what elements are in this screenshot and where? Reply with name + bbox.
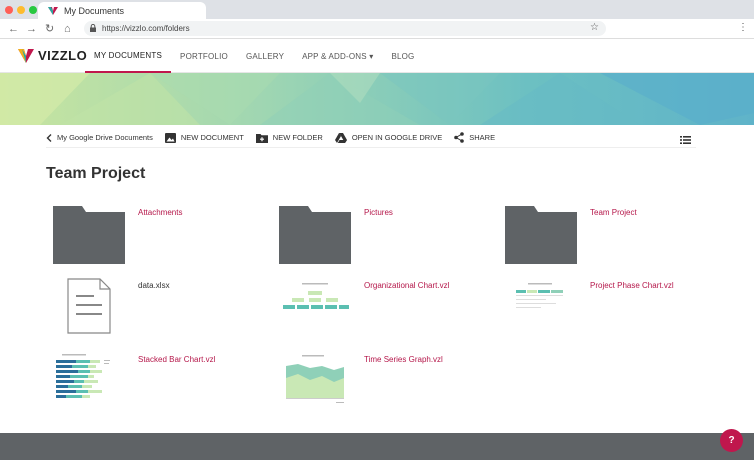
folder-item-pictures[interactable]: Pictures bbox=[278, 205, 498, 271]
file-item-organizational-chart[interactable]: Organizational Chart.vzl bbox=[278, 278, 498, 344]
folder-icon bbox=[505, 206, 577, 264]
minimize-window-button[interactable] bbox=[17, 6, 25, 14]
new-folder-label: NEW FOLDER bbox=[272, 133, 323, 142]
document-file-icon bbox=[67, 278, 111, 334]
browser-tab-title: My Documents bbox=[64, 5, 125, 16]
page-footer bbox=[0, 433, 754, 460]
new-folder-button[interactable]: NEW FOLDER bbox=[255, 133, 323, 143]
file-item-project-phase-chart[interactable]: Project Phase Chart.vzl bbox=[504, 278, 724, 344]
header-banner bbox=[0, 73, 754, 125]
share-button[interactable]: SHARE bbox=[454, 132, 495, 143]
back-arrow-icon[interactable]: ← bbox=[8, 22, 19, 36]
page-title: Team Project bbox=[46, 165, 146, 182]
folder-item-attachments[interactable]: Attachments bbox=[52, 205, 272, 271]
phase-chart-thumbnail bbox=[504, 278, 578, 338]
bookmark-star-icon[interactable]: ☆ bbox=[590, 22, 599, 33]
item-name[interactable]: Team Project bbox=[590, 208, 637, 217]
item-name[interactable]: data.xlsx bbox=[138, 281, 170, 290]
item-name[interactable]: Attachments bbox=[138, 208, 182, 217]
lock-icon bbox=[90, 24, 96, 32]
file-item-time-series-graph[interactable]: Time Series Graph.vzl bbox=[278, 352, 498, 418]
url-field[interactable]: https://vizzlo.com/folders bbox=[84, 21, 606, 36]
home-icon[interactable]: ⌂ bbox=[64, 22, 71, 36]
address-bar-row: ← → ↻ ⌂ https://vizzlo.com/folders ☆ ⋮ bbox=[0, 19, 754, 39]
item-name[interactable]: Project Phase Chart.vzl bbox=[590, 281, 674, 290]
back-to-drive-link[interactable]: My Google Drive Documents bbox=[46, 133, 153, 142]
new-document-button[interactable]: NEW DOCUMENT bbox=[164, 132, 244, 143]
url-text: https://vizzlo.com/folders bbox=[102, 24, 190, 33]
reload-icon[interactable]: ↻ bbox=[45, 22, 54, 36]
list-view-toggle[interactable] bbox=[680, 131, 691, 149]
item-name[interactable]: Stacked Bar Chart.vzl bbox=[138, 355, 215, 364]
menu-app-add-ons[interactable]: APP & ADD-ONS ▾ bbox=[293, 39, 382, 73]
maximize-window-button[interactable] bbox=[29, 6, 37, 14]
list-view-icon bbox=[680, 136, 691, 144]
menu-blog[interactable]: BLOG bbox=[382, 39, 423, 73]
browser-tab-strip: My Documents bbox=[0, 0, 754, 19]
forward-arrow-icon[interactable]: → bbox=[26, 22, 37, 36]
file-item-stacked-bar-chart[interactable]: Stacked Bar Chart.vzl bbox=[52, 352, 272, 418]
share-icon bbox=[454, 132, 465, 143]
menu-gallery[interactable]: GALLERY bbox=[237, 39, 293, 73]
app-header: VIZZLO MY DOCUMENTS PORTFOLIO GALLERY AP… bbox=[0, 39, 754, 73]
menu-portfolio[interactable]: PORTFOLIO bbox=[171, 39, 237, 73]
share-label: SHARE bbox=[469, 133, 496, 142]
chevron-left-icon bbox=[46, 133, 52, 142]
browser-tab[interactable]: My Documents bbox=[38, 2, 206, 19]
folder-plus-icon bbox=[255, 133, 268, 143]
google-drive-icon bbox=[334, 132, 347, 143]
time-series-thumbnail bbox=[278, 352, 352, 412]
main-menu: MY DOCUMENTS PORTFOLIO GALLERY APP & ADD… bbox=[85, 39, 423, 73]
open-drive-label: OPEN IN GOOGLE DRIVE bbox=[351, 133, 443, 142]
window-controls bbox=[5, 6, 37, 14]
org-chart-thumbnail bbox=[278, 278, 352, 338]
vizzlo-logo[interactable]: VIZZLO bbox=[18, 48, 87, 63]
folder-item-team-project[interactable]: Team Project bbox=[504, 205, 724, 271]
image-icon bbox=[164, 132, 176, 143]
open-in-google-drive-button[interactable]: OPEN IN GOOGLE DRIVE bbox=[334, 132, 443, 143]
item-name[interactable]: Pictures bbox=[364, 208, 393, 217]
help-button[interactable]: ? bbox=[720, 429, 743, 452]
new-document-label: NEW DOCUMENT bbox=[180, 133, 244, 142]
folder-icon bbox=[279, 206, 351, 264]
documents-toolbar: My Google Drive Documents NEW DOCUMENT N… bbox=[46, 128, 696, 148]
banner-polygon-art bbox=[0, 73, 754, 125]
vizzlo-logo-icon bbox=[18, 48, 34, 63]
item-name[interactable]: Organizational Chart.vzl bbox=[364, 281, 449, 290]
menu-my-documents[interactable]: MY DOCUMENTS bbox=[85, 39, 172, 73]
back-link-label: My Google Drive Documents bbox=[57, 133, 153, 142]
browser-menu-icon[interactable]: ⋮ bbox=[738, 22, 748, 33]
close-window-button[interactable] bbox=[5, 6, 13, 14]
logo-text: VIZZLO bbox=[38, 48, 88, 63]
stacked-bar-thumbnail bbox=[52, 352, 126, 412]
file-item-data-xlsx[interactable]: data.xlsx bbox=[52, 278, 272, 344]
item-name[interactable]: Time Series Graph.vzl bbox=[364, 355, 443, 364]
vizzlo-favicon-icon bbox=[48, 6, 58, 15]
folder-icon bbox=[53, 206, 125, 264]
